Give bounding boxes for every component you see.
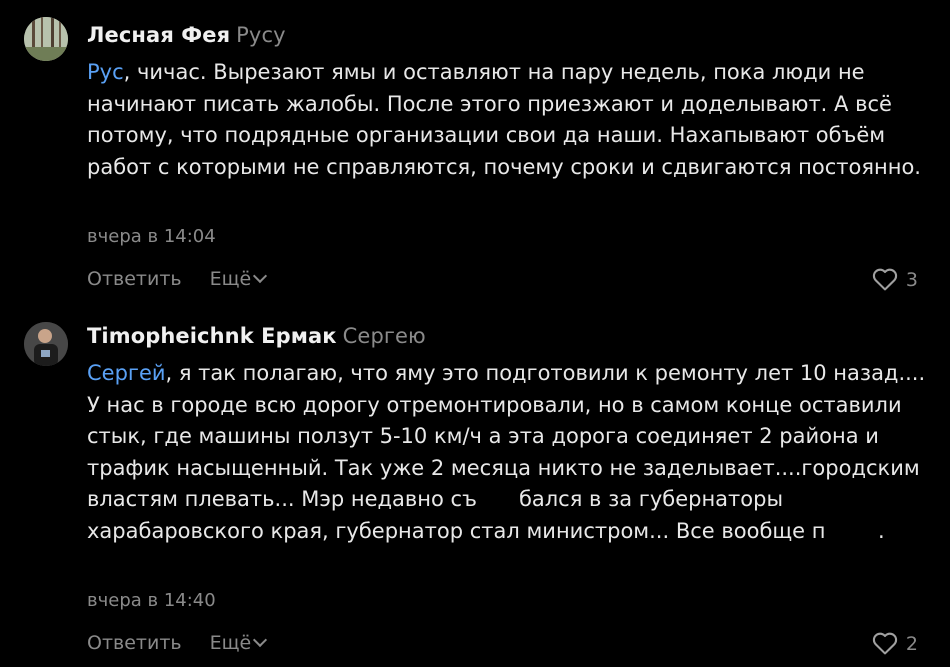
more-label: Ещё [209,632,252,654]
chevron-down-icon [253,268,268,284]
timestamp[interactable]: вчера в 14:40 [87,590,216,611]
mention-link[interactable]: Сергей [87,361,166,385]
obscured-text: ____ [476,487,519,511]
reply-button[interactable]: Ответить [87,268,182,290]
comment-2: Timopheichnk Ермак Сергею Сергей, я так п… [0,310,950,667]
avatar-person-image [24,322,68,366]
author-name[interactable]: Timopheichnk Ермак [87,324,337,348]
chevron-down-icon [253,632,268,648]
like-button[interactable]: 3 [872,268,918,291]
more-button[interactable]: Ещё [209,268,268,290]
more-button[interactable]: Ещё [209,632,268,654]
more-label: Ещё [209,268,252,290]
comment-header: Timopheichnk Ермак Сергею [87,324,426,348]
comment-text: Сергей, я так полагаю, что яму это подго… [87,358,927,547]
timestamp[interactable]: вчера в 14:04 [87,226,216,247]
author-name[interactable]: Лесная Фея [87,23,230,47]
avatar[interactable] [24,322,68,366]
mention-link[interactable]: Рус [87,60,124,84]
reply-to-name[interactable]: Сергею [343,324,426,348]
heart-icon [872,268,898,291]
comment-actions: Ответить Ещё [87,268,268,290]
comment-header: Лесная Фея Русу [87,23,286,47]
avatar[interactable] [24,17,68,61]
like-button[interactable]: 2 [872,632,918,655]
like-count: 2 [905,632,918,655]
comment-text: Рус, чичас. Вырезают ямы и оставляют на … [87,57,927,183]
comment-body-text-end: . [878,518,885,543]
comment-1: Лесная Фея Русу Рус, чичас. Вырезают ямы … [0,0,950,310]
reply-to-name[interactable]: Русу [236,23,285,47]
reply-button[interactable]: Ответить [87,632,182,654]
avatar-forest-image [24,17,68,61]
comment-body-text: , чичас. Вырезают ямы и оставляют на пар… [87,60,921,179]
heart-icon [872,632,898,655]
obscured-text: _____ [825,518,879,543]
comment-actions: Ответить Ещё [87,632,268,654]
like-count: 3 [905,268,918,291]
